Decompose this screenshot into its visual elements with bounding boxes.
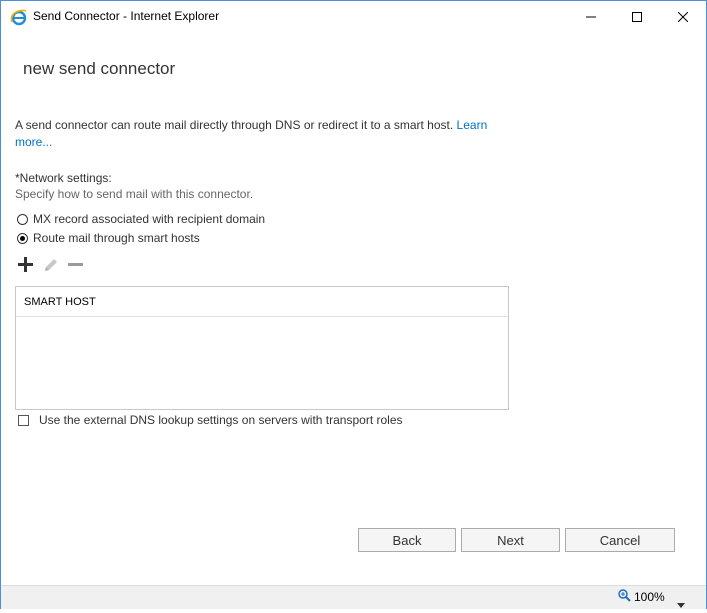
close-icon: [678, 11, 688, 22]
smart-host-toolbar: [17, 256, 84, 273]
external-dns-label: Use the external DNS lookup settings on …: [39, 413, 403, 427]
minimize-icon: [586, 16, 596, 17]
next-button[interactable]: Next: [461, 528, 560, 552]
radio-mx-record[interactable]: MX record associated with recipient doma…: [17, 212, 265, 226]
ie-window: Send Connector - Internet Explorer new s…: [0, 0, 707, 609]
chevron-down-icon[interactable]: [677, 595, 685, 613]
external-dns-checkbox-row[interactable]: Use the external DNS lookup settings on …: [18, 413, 403, 427]
title-bar: Send Connector - Internet Explorer: [1, 1, 706, 32]
window-title: Send Connector - Internet Explorer: [33, 9, 220, 23]
zoom-control[interactable]: 100%: [618, 589, 665, 605]
minimize-button[interactable]: [568, 1, 614, 32]
zoom-icon: [618, 589, 631, 605]
radio-mx-label: MX record associated with recipient doma…: [33, 212, 266, 226]
radio-smarthost-label: Route mail through smart hosts: [33, 231, 200, 245]
column-header-smart-host[interactable]: SMART HOST: [16, 287, 509, 317]
edit-icon[interactable]: [42, 256, 59, 273]
remove-icon[interactable]: [67, 256, 84, 273]
smart-host-list[interactable]: SMART HOST: [15, 286, 509, 410]
internet-explorer-icon: [10, 8, 28, 26]
zoom-level: 100%: [634, 590, 665, 604]
network-settings-description: Specify how to send mail with this conne…: [15, 187, 254, 201]
radio-smart-hosts[interactable]: Route mail through smart hosts: [17, 231, 200, 245]
radio-button[interactable]: [17, 213, 28, 225]
intro-text: A send connector can route mail directly…: [15, 117, 505, 151]
cancel-button[interactable]: Cancel: [565, 528, 675, 552]
intro-description: A send connector can route mail directly…: [15, 118, 457, 132]
network-settings-label: *Network settings:: [15, 171, 112, 185]
add-icon[interactable]: [17, 256, 34, 273]
page-title: new send connector: [23, 59, 176, 78]
status-bar: [1, 585, 706, 609]
back-button[interactable]: Back: [358, 528, 456, 552]
radio-button-selected[interactable]: [17, 232, 28, 244]
maximize-button[interactable]: [614, 1, 660, 32]
close-button[interactable]: [660, 1, 706, 32]
maximize-icon: [632, 11, 642, 22]
external-dns-checkbox[interactable]: [18, 414, 29, 426]
